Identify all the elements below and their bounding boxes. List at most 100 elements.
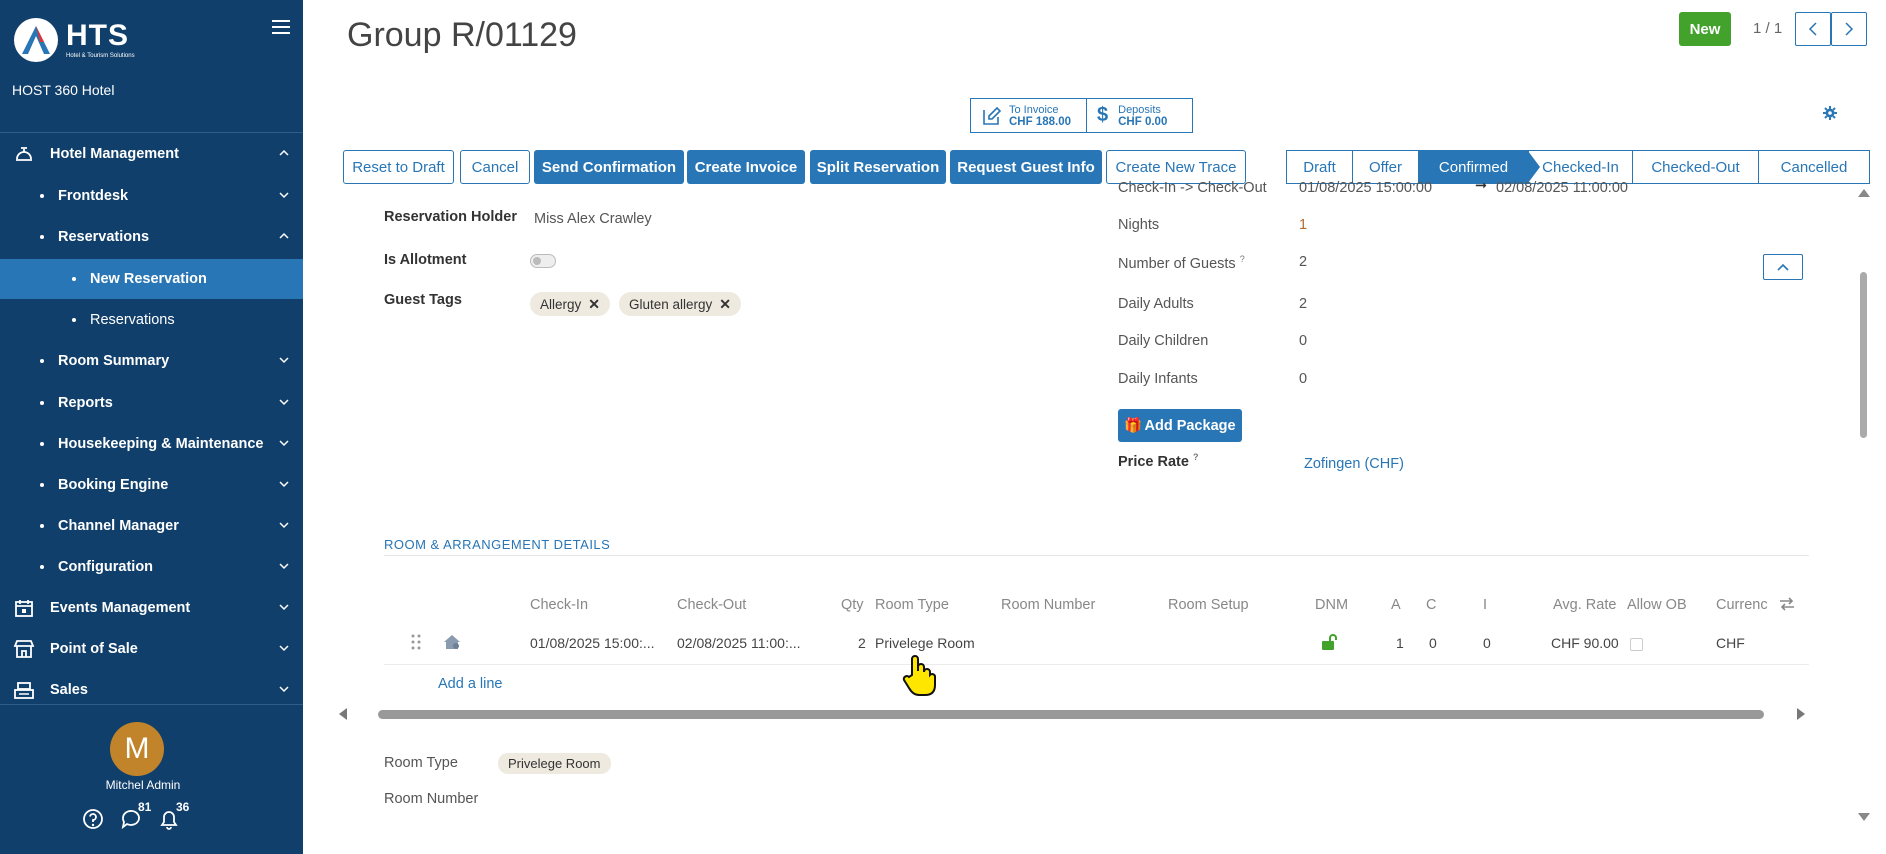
status-confirmed[interactable]: Confirmed bbox=[1419, 151, 1540, 183]
row-a[interactable]: 1 bbox=[1396, 635, 1404, 651]
col-check-out[interactable]: Check-Out bbox=[677, 597, 746, 613]
gear-icon[interactable] bbox=[1823, 106, 1837, 124]
checkin-value[interactable]: 01/08/2025 15:00:00 bbox=[1299, 180, 1432, 196]
row-currency[interactable]: CHF bbox=[1716, 635, 1745, 651]
cancel-button[interactable]: Cancel bbox=[460, 150, 530, 184]
daily-infants-value[interactable]: 0 bbox=[1299, 371, 1307, 387]
create-invoice-button[interactable]: Create Invoice bbox=[687, 150, 805, 184]
price-rate-label: Price Rate ? bbox=[1118, 452, 1198, 470]
col-qty[interactable]: Qty bbox=[841, 597, 864, 613]
sidebar-item-new-reservation[interactable]: New Reservation bbox=[0, 259, 303, 299]
remove-tag-icon[interactable]: ✕ bbox=[719, 296, 731, 313]
scroll-right-icon[interactable] bbox=[1796, 708, 1806, 720]
col-room-setup[interactable]: Room Setup bbox=[1168, 597, 1249, 613]
reservation-holder-value[interactable]: Miss Alex Crawley bbox=[534, 211, 652, 227]
drag-handle-icon[interactable] bbox=[411, 634, 421, 653]
row-avg-rate[interactable]: CHF 90.00 bbox=[1551, 635, 1619, 651]
send-confirmation-button[interactable]: Send Confirmation bbox=[534, 150, 684, 184]
column-settings-icon[interactable] bbox=[1779, 597, 1795, 615]
col-room-type[interactable]: Room Type bbox=[875, 597, 949, 613]
home-room-icon[interactable] bbox=[443, 634, 461, 653]
nights-label: Nights bbox=[1118, 217, 1160, 233]
sidebar-item-reports[interactable]: Reports bbox=[0, 383, 303, 423]
row-c[interactable]: 0 bbox=[1429, 635, 1437, 651]
help-icon[interactable] bbox=[82, 808, 106, 832]
deposits-button[interactable]: $ Deposits CHF 0.00 bbox=[1086, 98, 1193, 133]
col-avg-rate[interactable]: Avg. Rate bbox=[1553, 597, 1616, 613]
allow-ob-checkbox[interactable] bbox=[1630, 638, 1643, 651]
tag-allergy: Allergy ✕ bbox=[530, 292, 610, 316]
is-allotment-toggle[interactable] bbox=[530, 254, 556, 268]
scroll-down-icon[interactable] bbox=[1857, 812, 1871, 822]
reset-to-draft-button[interactable]: Reset to Draft bbox=[343, 150, 454, 184]
sidebar-item-events-management[interactable]: Events Management bbox=[0, 588, 303, 628]
row-qty[interactable]: 2 bbox=[858, 635, 866, 651]
to-invoice-button[interactable]: To Invoice CHF 188.00 bbox=[970, 98, 1088, 133]
unlock-icon[interactable] bbox=[1320, 633, 1338, 654]
collapse-button[interactable] bbox=[1763, 254, 1803, 280]
col-dnm[interactable]: DNM bbox=[1315, 597, 1348, 613]
menu-toggle-icon[interactable] bbox=[272, 20, 290, 36]
scroll-up-icon[interactable] bbox=[1857, 188, 1871, 198]
create-new-trace-button[interactable]: Create New Trace bbox=[1106, 150, 1246, 184]
scroll-thumb[interactable] bbox=[1860, 272, 1867, 438]
row-room-type[interactable]: Privelege Room bbox=[875, 635, 975, 651]
col-c[interactable]: C bbox=[1426, 597, 1436, 613]
chevron-down-icon bbox=[279, 192, 289, 199]
sidebar-item-booking-engine[interactable]: Booking Engine bbox=[0, 465, 303, 505]
logo[interactable]: HTS Hotel & Tourism Solutions bbox=[14, 18, 135, 62]
col-allow-ob[interactable]: Allow OB bbox=[1627, 597, 1687, 613]
chevron-down-icon bbox=[279, 522, 289, 529]
sidebar-item-label: New Reservation bbox=[90, 271, 207, 287]
sidebar-item-label: Reservations bbox=[58, 229, 150, 245]
row-check-in[interactable]: 01/08/2025 15:00:... bbox=[530, 635, 655, 651]
scroll-thumb[interactable] bbox=[378, 710, 1764, 719]
col-i[interactable]: I bbox=[1483, 597, 1487, 613]
status-checked-out[interactable]: Checked-Out bbox=[1633, 151, 1759, 183]
sidebar-item-housekeeping[interactable]: Housekeeping & Maintenance bbox=[0, 424, 303, 464]
help-icon[interactable]: ? bbox=[1240, 254, 1245, 264]
scroll-left-icon[interactable] bbox=[338, 708, 348, 720]
pager-next-button[interactable] bbox=[1831, 12, 1867, 46]
add-package-button[interactable]: 🎁 Add Package bbox=[1118, 409, 1242, 442]
status-checked-in[interactable]: Checked-In bbox=[1529, 151, 1633, 183]
logo-mark-icon bbox=[14, 18, 58, 62]
sidebar-item-label: Booking Engine bbox=[58, 477, 169, 493]
request-guest-info-button[interactable]: Request Guest Info bbox=[950, 150, 1102, 184]
col-room-number[interactable]: Room Number bbox=[1001, 597, 1095, 613]
sidebar-item-frontdesk[interactable]: Frontdesk bbox=[0, 176, 303, 216]
status-draft[interactable]: Draft bbox=[1287, 151, 1353, 183]
pager-prev-button[interactable] bbox=[1795, 12, 1831, 46]
daily-adults-value[interactable]: 2 bbox=[1299, 296, 1307, 312]
status-cancelled[interactable]: Cancelled bbox=[1759, 151, 1869, 183]
row-i[interactable]: 0 bbox=[1483, 635, 1491, 651]
horizontal-scrollbar[interactable] bbox=[338, 706, 1818, 722]
sidebar-item-label: Reservations bbox=[90, 312, 175, 328]
new-button[interactable]: New bbox=[1679, 12, 1731, 46]
messages-icon[interactable]: 81 bbox=[120, 800, 151, 832]
sidebar-item-hotel-management[interactable]: Hotel Management bbox=[0, 134, 303, 174]
avatar[interactable]: M bbox=[110, 722, 164, 776]
col-check-in[interactable]: Check-In bbox=[530, 597, 588, 613]
col-a[interactable]: A bbox=[1391, 597, 1401, 613]
sidebar-item-room-summary[interactable]: Room Summary bbox=[0, 341, 303, 381]
status-offer[interactable]: Offer bbox=[1353, 151, 1419, 183]
add-line-link[interactable]: Add a line bbox=[438, 676, 503, 692]
room-type-chip[interactable]: Privelege Room bbox=[498, 753, 611, 774]
checkout-value[interactable]: 02/08/2025 11:00:00 bbox=[1496, 180, 1628, 196]
sidebar-item-point-of-sale[interactable]: Point of Sale bbox=[0, 629, 303, 669]
remove-tag-icon[interactable]: ✕ bbox=[588, 296, 600, 313]
daily-children-value[interactable]: 0 bbox=[1299, 333, 1307, 349]
sidebar-item-reservations[interactable]: Reservations bbox=[0, 217, 303, 257]
gift-icon: 🎁 bbox=[1124, 418, 1143, 434]
col-currency[interactable]: Currenc bbox=[1716, 597, 1768, 613]
sidebar-item-channel-manager[interactable]: Channel Manager bbox=[0, 506, 303, 546]
split-reservation-button[interactable]: Split Reservation bbox=[810, 150, 946, 184]
row-check-out[interactable]: 02/08/2025 11:00:... bbox=[677, 635, 801, 651]
vertical-scrollbar[interactable] bbox=[1856, 186, 1872, 826]
sidebar-item-reservations-list[interactable]: Reservations bbox=[0, 300, 303, 340]
notifications-icon[interactable]: 36 bbox=[158, 800, 189, 832]
help-icon[interactable]: ? bbox=[1193, 452, 1199, 462]
price-rate-value[interactable]: Zofingen (CHF) bbox=[1304, 456, 1404, 472]
sidebar-item-configuration[interactable]: Configuration bbox=[0, 547, 303, 587]
